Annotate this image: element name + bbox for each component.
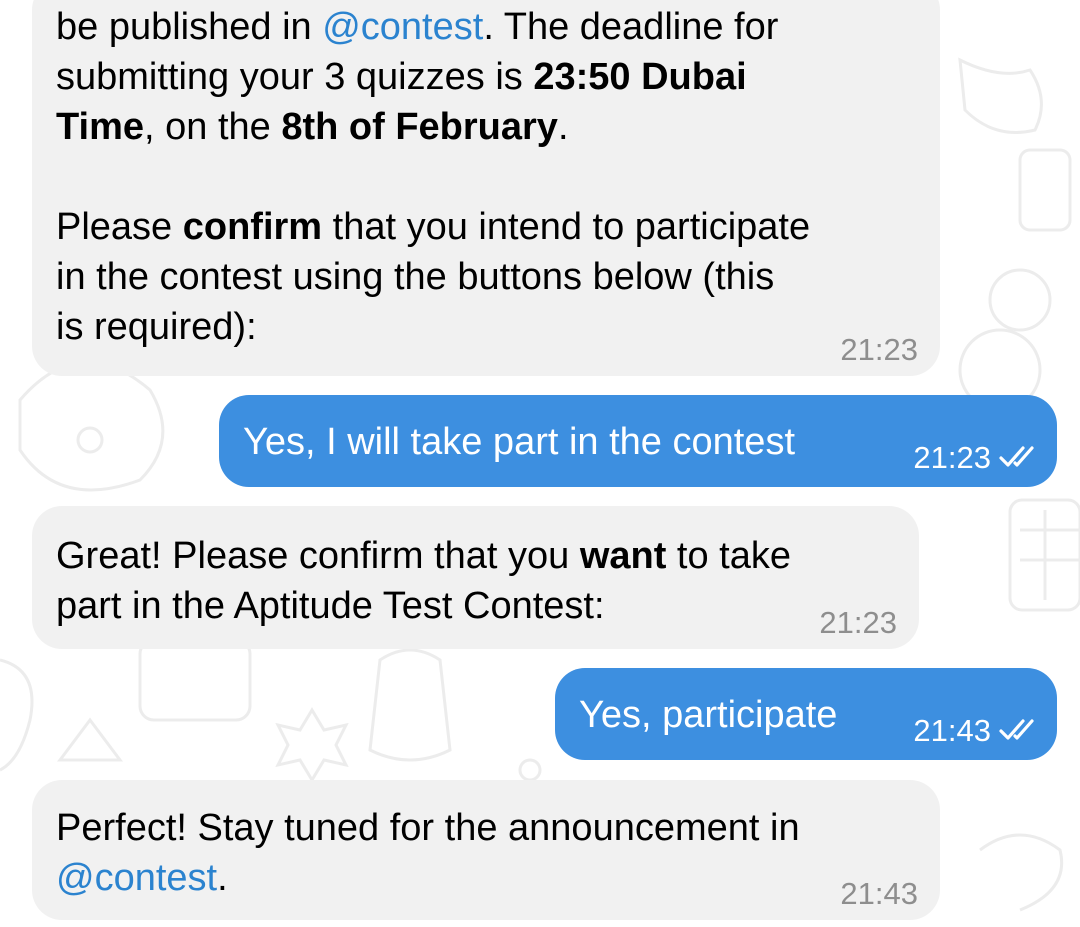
chat-window[interactable]: be published in @contest. The deadline f…	[0, 0, 1080, 927]
message-text: be published in @contest. The deadline f…	[56, 2, 940, 352]
message-text-fragment: Please	[56, 206, 183, 248]
message-timestamp: 21:23	[819, 605, 897, 640]
message-text-fragment: .	[557, 106, 569, 148]
message-text-fragment: that you intend to participate	[322, 206, 811, 248]
message-text: Perfect! Stay tuned for the announcement…	[56, 803, 940, 903]
incoming-message[interactable]: Perfect! Stay tuned for the announcement…	[32, 780, 940, 920]
message-timestamp: 21:43	[913, 713, 991, 748]
want-emphasis: want	[579, 535, 667, 577]
outgoing-message[interactable]: Yes, participate 21:43	[555, 668, 1057, 760]
double-check-icon	[999, 446, 1034, 467]
outgoing-message[interactable]: Yes, I will take part in the contest 21:…	[219, 395, 1057, 487]
message-timestamp: 21:23	[840, 332, 918, 367]
message-text-fragment: .	[217, 857, 228, 899]
message-text-fragment: Great! Please confirm that you	[56, 535, 580, 577]
message-text-fragment: . The deadline for	[483, 6, 779, 48]
message-timestamp: 21:43	[840, 876, 918, 911]
message-text: Yes, participate	[579, 694, 838, 736]
incoming-message[interactable]: Great! Please confirm that you want to t…	[32, 506, 919, 649]
deadline-date: 8th of February	[281, 106, 558, 148]
message-text-fragment: submitting your 3 quizzes is	[56, 56, 534, 98]
message-text-fragment: be published in	[56, 6, 323, 48]
message-text-fragment: to take	[666, 535, 792, 577]
message-text-fragment: part in the Aptitude Test Contest:	[56, 585, 605, 627]
message-text-fragment: , on the	[144, 106, 282, 148]
message-text: Yes, I will take part in the contest	[243, 421, 796, 463]
message-text: Great! Please confirm that you want to t…	[56, 531, 919, 631]
deadline-time-zone: Time	[56, 106, 145, 148]
message-text-fragment: Perfect! Stay tuned for the announcement…	[56, 807, 800, 849]
message-text-fragment: is required):	[56, 306, 257, 348]
contest-link[interactable]: @contest	[56, 857, 217, 899]
contest-link[interactable]: @contest	[322, 6, 483, 48]
double-check-icon	[999, 719, 1034, 740]
confirm-emphasis: confirm	[182, 206, 323, 248]
incoming-message[interactable]: be published in @contest. The deadline f…	[32, 0, 940, 376]
message-text-fragment: in the contest using the buttons below (…	[56, 256, 775, 298]
message-timestamp: 21:23	[913, 440, 991, 475]
deadline-time: 23:50 Dubai	[533, 56, 747, 98]
